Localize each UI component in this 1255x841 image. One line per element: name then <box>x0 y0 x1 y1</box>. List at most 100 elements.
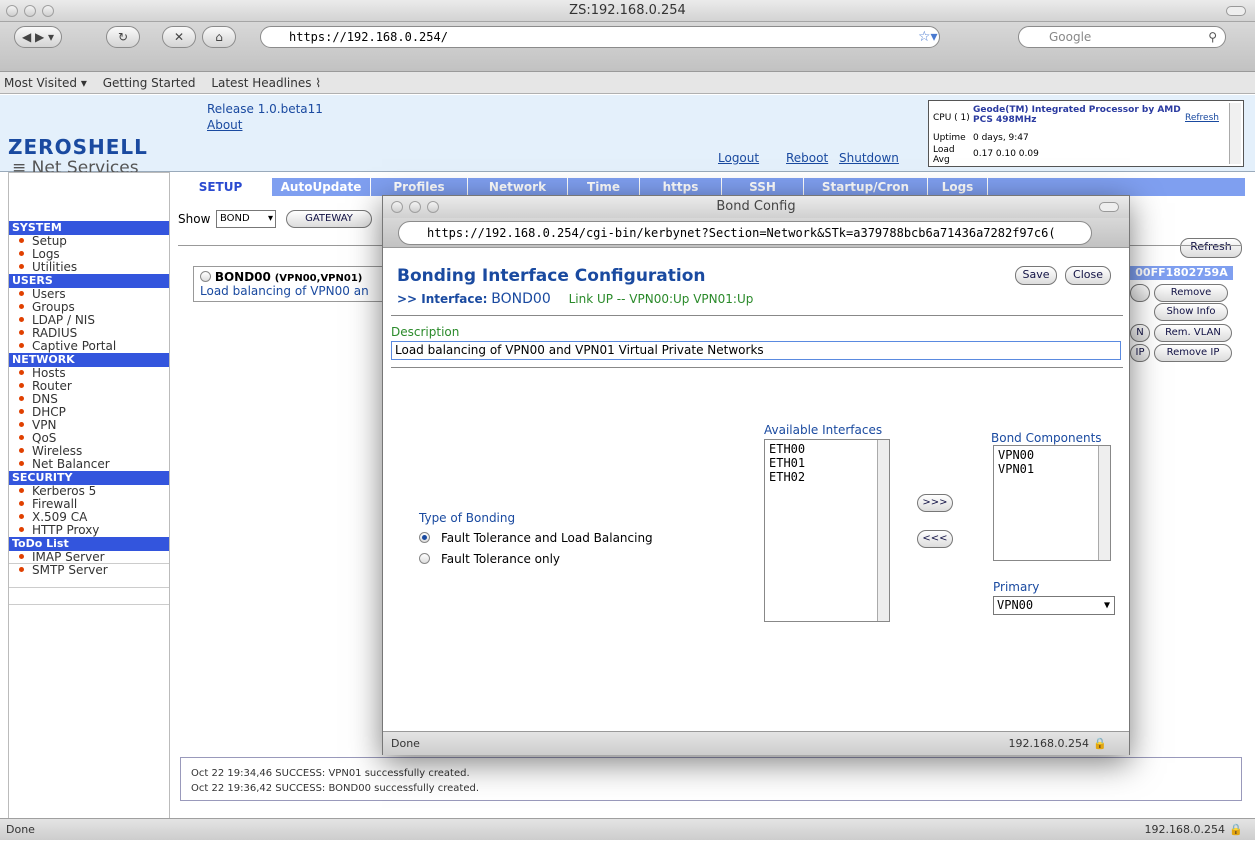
search-input[interactable]: Google ⚲ <box>1018 26 1226 48</box>
list-item[interactable]: ETH00 <box>769 442 885 456</box>
list-scrollbar[interactable] <box>1098 446 1110 560</box>
tab-setup[interactable]: SETUP <box>170 178 272 196</box>
save-button[interactable]: Save <box>1015 266 1057 285</box>
sidebar-section-users: USERS Users Groups LDAP / NIS RADIUS Cap… <box>9 274 169 353</box>
popup-url-bar[interactable]: https://192.168.0.254/cgi-bin/kerbynet?S… <box>398 221 1092 245</box>
show-info-button[interactable]: Show Info <box>1154 303 1228 321</box>
load-label: Load Avg <box>933 145 955 165</box>
radio-load-balancing[interactable] <box>419 532 430 543</box>
minimize-window-icon[interactable] <box>24 5 36 17</box>
reload-button[interactable]: ↻ <box>106 26 140 48</box>
browser-titlebar: ZS:192.168.0.254 <box>0 0 1255 22</box>
bond-components-label: Bond Components <box>991 431 1102 445</box>
logout-link[interactable]: Logout <box>718 151 759 165</box>
popup-minimize-icon[interactable] <box>409 201 421 213</box>
sidebar-section-todo: ToDo List IMAP Server SMTP Server <box>9 537 169 577</box>
home-icon: ⌂ <box>215 30 223 44</box>
url-text: https://192.168.0.254/ <box>289 30 448 44</box>
bookmark-star-icon[interactable]: ☆▾ <box>918 29 938 45</box>
gateway-button[interactable]: GATEWAY <box>286 210 372 228</box>
list-scrollbar[interactable] <box>877 440 889 621</box>
tab-time[interactable]: Time <box>568 178 640 196</box>
close-button[interactable]: Close <box>1065 266 1111 285</box>
status-text: Done <box>6 823 35 836</box>
bookmarks-bar: Most Visited ▾ Getting Started Latest He… <box>0 72 1255 94</box>
popup-statusbar: Done 192.168.0.254 🔒 <box>383 731 1129 755</box>
sidebar-item-net-balancer[interactable]: Net Balancer <box>9 458 169 471</box>
tab-https[interactable]: https <box>640 178 722 196</box>
url-bar[interactable]: https://192.168.0.254/ <box>260 26 940 48</box>
reload-icon: ↻ <box>117 30 129 44</box>
popup-zoom-icon[interactable] <box>427 201 439 213</box>
tab-profiles[interactable]: Profiles <box>371 178 468 196</box>
refresh-button[interactable]: Refresh <box>1180 238 1242 258</box>
tab-autoupdate[interactable]: AutoUpdate <box>272 178 371 196</box>
remove-ip-button[interactable]: Remove IP <box>1154 344 1232 362</box>
add-vlan-partial-button[interactable]: N <box>1130 324 1150 342</box>
sidebar: SYSTEM Setup Logs Utilities USERS Users … <box>8 172 170 822</box>
primary-label: Primary <box>993 580 1040 594</box>
bookmark-latest-headlines[interactable]: Latest Headlines ⌇ <box>211 76 321 90</box>
bond-config-window: Bond Config https://192.168.0.254/cgi-bi… <box>382 195 1130 755</box>
sidebar-item-utilities[interactable]: Utilities <box>9 261 169 274</box>
cpu-scrollbar[interactable] <box>1229 103 1241 164</box>
radio-fault-tolerance[interactable] <box>419 553 430 564</box>
partial-button-1[interactable] <box>1130 284 1150 302</box>
list-item[interactable]: VPN00 <box>998 448 1106 462</box>
sidebar-item-captive-portal[interactable]: Captive Portal <box>9 340 169 353</box>
bond-name: BOND00 <box>214 270 271 284</box>
bond-radio[interactable] <box>200 271 211 282</box>
close-window-icon[interactable] <box>6 5 18 17</box>
tab-logs[interactable]: Logs <box>928 178 988 196</box>
log-line: Oct 22 19:34,46 SUCCESS: VPN01 successfu… <box>191 768 470 779</box>
toolbar-toggle-icon[interactable] <box>1226 6 1246 16</box>
show-select[interactable]: BOND ▾ <box>216 210 276 228</box>
primary-select[interactable]: VPN00 ▼ <box>993 596 1115 615</box>
remove-button[interactable]: Remove <box>1154 284 1228 302</box>
bond-row[interactable]: BOND00 (VPN00,VPN01) Load balancing of V… <box>193 266 383 302</box>
option-fault-tolerance-label: Fault Tolerance only <box>441 552 561 566</box>
back-forward-button[interactable]: ◀ ▶ ▾ <box>14 26 62 48</box>
sidebar-section-security: SECURITY Kerberos 5 Firewall X.509 CA HT… <box>9 471 169 537</box>
add-ip-partial-button[interactable]: IP <box>1130 344 1150 362</box>
about-link[interactable]: About <box>207 118 242 132</box>
popup-status-host: 192.168.0.254 <box>1008 737 1089 750</box>
home-button[interactable]: ⌂ <box>202 26 236 48</box>
remove-interface-button[interactable]: <<< <box>917 530 953 548</box>
tab-ssh[interactable]: SSH <box>722 178 804 196</box>
bookmark-getting-started[interactable]: Getting Started <box>103 76 196 90</box>
uptime-label: Uptime <box>933 133 966 143</box>
reboot-link[interactable]: Reboot <box>786 151 828 165</box>
interface-label: >> Interface: <box>397 292 488 306</box>
refresh-cpu-link[interactable]: Refresh <box>1185 113 1219 123</box>
list-item[interactable]: ETH01 <box>769 456 885 470</box>
release-label: Release 1.0.beta11 <box>207 102 323 116</box>
shutdown-link[interactable]: Shutdown <box>839 151 899 165</box>
tab-startup-cron[interactable]: Startup/Cron <box>804 178 928 196</box>
popup-titlebar: Bond Config <box>383 196 1129 218</box>
bookmark-most-visited[interactable]: Most Visited ▾ <box>4 76 87 90</box>
list-item[interactable]: VPN01 <box>998 462 1106 476</box>
tab-network[interactable]: Network <box>468 178 568 196</box>
rem-vlan-button[interactable]: Rem. VLAN <box>1154 324 1232 342</box>
stop-button[interactable]: ✕ <box>162 26 196 48</box>
sidebar-title-network: NETWORK <box>9 353 169 367</box>
sidebar-title-users: USERS <box>9 274 169 288</box>
list-item[interactable]: ETH02 <box>769 470 885 484</box>
popup-toolbar-toggle-icon[interactable] <box>1099 202 1119 212</box>
bond-components-list[interactable]: VPN00 VPN01 <box>993 445 1111 561</box>
search-icon[interactable]: ⚲ <box>1208 27 1217 47</box>
sidebar-item-http-proxy[interactable]: HTTP Proxy <box>9 524 169 537</box>
sidebar-item-smtp[interactable]: SMTP Server <box>9 564 169 577</box>
bond-description: Load balancing of VPN00 an <box>200 284 369 298</box>
browser-statusbar: Done 192.168.0.254 🔒 <box>0 818 1255 840</box>
cpu-info-box: CPU ( 1) Geode(TM) Integrated Processor … <box>928 100 1244 167</box>
available-interfaces-list[interactable]: ETH00 ETH01 ETH02 <box>764 439 890 622</box>
popup-close-icon[interactable] <box>391 201 403 213</box>
chevron-down-icon: ▾ <box>267 213 273 224</box>
description-input[interactable]: Load balancing of VPN00 and VPN01 Virtua… <box>391 341 1121 360</box>
type-of-bonding-label: Type of Bonding <box>419 511 516 525</box>
zoom-window-icon[interactable] <box>42 5 54 17</box>
chevron-down-icon: ▼ <box>1103 600 1110 611</box>
add-interface-button[interactable]: >>> <box>917 494 953 512</box>
